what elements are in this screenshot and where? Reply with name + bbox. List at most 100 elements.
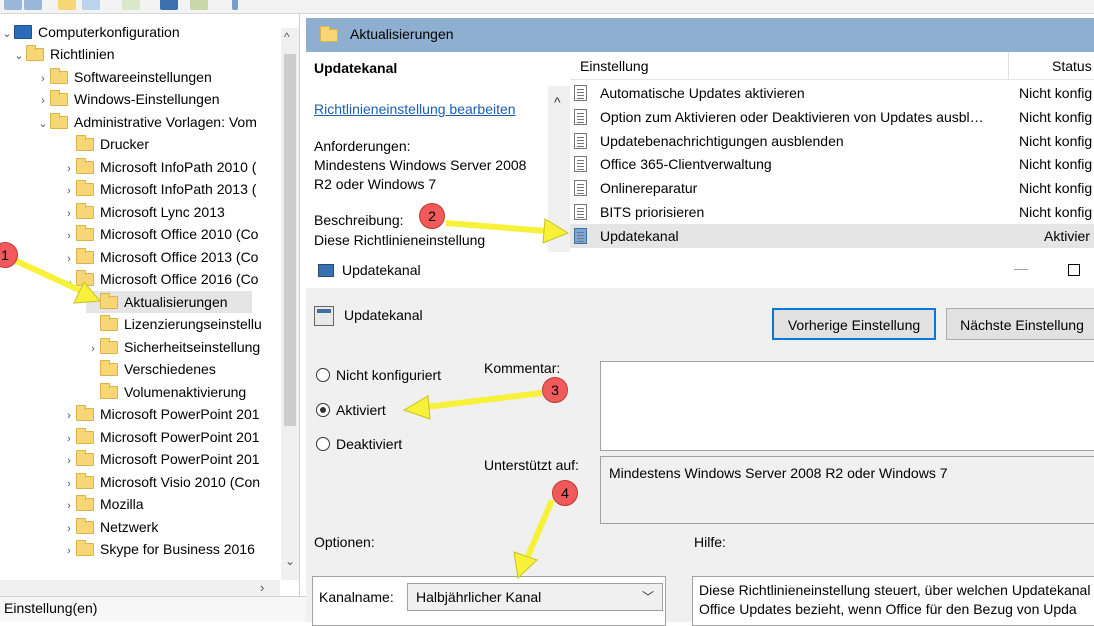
policy-setting-icon	[574, 204, 587, 220]
chevron-right-icon[interactable]: ›	[62, 180, 76, 202]
tree-item-label: Lizenzierungseinstellu	[124, 316, 262, 332]
scroll-right-icon[interactable]: ›	[260, 580, 264, 595]
dialog-titlebar[interactable]: Updatekanal —	[306, 252, 1094, 288]
tree-item-skype-2016[interactable]: › Skype for Business 2016	[62, 538, 255, 560]
column-divider[interactable]	[1008, 52, 1009, 80]
setting-row[interactable]: Automatische Updates aktivieren Nicht ko…	[570, 81, 1094, 105]
chevron-right-icon[interactable]: ›	[62, 428, 76, 450]
tree-vertical-scrollbar[interactable]: ^ ⌄	[281, 28, 299, 580]
tree-horizontal-scrollbar[interactable]: ›	[0, 580, 280, 596]
tree-item-label: Microsoft InfoPath 2013 (	[100, 181, 257, 197]
previous-setting-button[interactable]: Vorherige Einstellung	[772, 308, 936, 340]
radio-button[interactable]	[316, 368, 330, 382]
chevron-right-icon[interactable]: ›	[86, 338, 100, 360]
chevron-right-icon[interactable]: ›	[62, 495, 76, 517]
setting-row[interactable]: Option zum Aktivieren oder Deaktivieren …	[570, 105, 1094, 129]
filter-icon[interactable]	[232, 0, 238, 10]
folder-up-icon[interactable]	[58, 0, 76, 10]
radio-button[interactable]	[316, 437, 330, 451]
tree-item-volumenaktivierung[interactable]: Volumenaktivierung	[86, 381, 246, 403]
chevron-right-icon[interactable]: ›	[62, 225, 76, 247]
chevron-right-icon[interactable]: ›	[62, 158, 76, 180]
setting-row[interactable]: Onlinereparatur Nicht konfig	[570, 176, 1094, 200]
chevron-down-icon[interactable]: ﹀	[642, 584, 654, 610]
tree-item-verschiedenes[interactable]: Verschiedenes	[86, 358, 216, 380]
tree-item-windows-einstellungen[interactable]: › Windows-Einstellungen	[36, 88, 220, 110]
setting-name: Updatekanal	[600, 228, 679, 244]
tree-item-office-2010[interactable]: › Microsoft Office 2010 (Co	[62, 223, 258, 245]
chevron-down-icon[interactable]: ⌄	[12, 45, 26, 67]
chevron-right-icon[interactable]: ›	[36, 68, 50, 90]
setting-row-selected[interactable]: Updatekanal Aktivier	[570, 224, 1094, 248]
chevron-right-icon[interactable]: ›	[62, 405, 76, 427]
tree-item-office-2013[interactable]: › Microsoft Office 2013 (Co	[62, 246, 258, 268]
radio-enabled[interactable]: Aktiviert	[316, 400, 386, 420]
tree-item-infopath-2013[interactable]: › Microsoft InfoPath 2013 (	[62, 178, 256, 200]
maximize-button[interactable]	[1068, 264, 1080, 276]
navigation-tree: ⌄ Computerkonfiguration ⌄ Richtlinien › Sof…	[0, 14, 300, 596]
tree-item-computerkonfiguration[interactable]: ⌄ Computerkonfiguration	[0, 21, 179, 45]
tree-item-aktualisierungen[interactable]: Aktualisierungen	[86, 291, 252, 313]
tree-item-powerpoint-3[interactable]: › Microsoft PowerPoint 201	[62, 448, 260, 470]
scroll-up-icon[interactable]: ^	[284, 30, 290, 44]
tree-item-label: Administrative Vorlagen: Vom	[74, 114, 257, 130]
setting-row[interactable]: Updatebenachrichtigungen ausblenden Nich…	[570, 129, 1094, 153]
tree-item-drucker[interactable]: Drucker	[62, 133, 149, 155]
minimize-button[interactable]: —	[1014, 260, 1028, 276]
help-label: Hilfe:	[694, 534, 726, 550]
tree-item-powerpoint-1[interactable]: › Microsoft PowerPoint 201	[62, 403, 260, 425]
tree-item-office-2016[interactable]: ⌄ Microsoft Office 2016 (Co	[62, 268, 258, 290]
chevron-right-icon[interactable]: ›	[62, 450, 76, 472]
radio-button-checked[interactable]	[316, 403, 330, 417]
status-text: Einstellung(en)	[4, 600, 98, 616]
folder-icon	[50, 90, 68, 106]
tree-item-netzwerk[interactable]: › Netzwerk	[62, 516, 158, 538]
tree-item-lizenzierungseinstellungen[interactable]: Lizenzierungseinstellu	[86, 313, 262, 335]
folder-icon	[76, 450, 94, 466]
tree-item-mozilla[interactable]: › Mozilla	[62, 493, 144, 515]
chevron-right-icon[interactable]: ›	[36, 90, 50, 112]
tree-item-infopath-2010[interactable]: › Microsoft InfoPath 2010 (	[62, 156, 256, 178]
forward-icon[interactable]	[24, 0, 42, 10]
tree-item-administrative-vorlagen[interactable]: ⌄ Administrative Vorlagen: Vom	[36, 111, 257, 133]
chevron-down-icon[interactable]: ⌄	[0, 23, 14, 45]
comment-textarea[interactable]	[600, 361, 1094, 451]
tree-item-richtlinien[interactable]: ⌄ Richtlinien	[12, 43, 115, 65]
radio-not-configured[interactable]: Nicht konfiguriert	[316, 365, 441, 385]
folder-icon	[76, 270, 94, 286]
chevron-right-icon[interactable]: ›	[62, 518, 76, 540]
edit-policy-link[interactable]: Richtlinieneinstellung bearbeiten	[314, 101, 516, 117]
back-icon[interactable]	[4, 0, 22, 10]
scroll-thumb[interactable]	[284, 54, 296, 426]
list-header: Einstellung Status	[570, 52, 1094, 80]
tree-item-visio-2010[interactable]: › Microsoft Visio 2010 (Con	[62, 471, 260, 493]
description-scrollbar[interactable]: ^	[548, 86, 570, 252]
setting-row[interactable]: Office 365-Clientverwaltung Nicht konfig	[570, 152, 1094, 176]
properties-icon[interactable]	[190, 0, 208, 10]
chevron-down-icon[interactable]: ⌄	[62, 270, 76, 292]
setting-row[interactable]: BITS priorisieren Nicht konfig	[570, 200, 1094, 224]
column-header-status[interactable]: Status	[1052, 58, 1092, 74]
show-hide-tree-icon[interactable]	[82, 0, 100, 10]
tree-item-sicherheitseinstellungen[interactable]: › Sicherheitseinstellung	[86, 336, 260, 358]
computer-icon	[14, 25, 32, 39]
chevron-right-icon[interactable]: ›	[62, 540, 76, 562]
next-setting-button[interactable]: Nächste Einstellung	[946, 308, 1094, 340]
export-icon[interactable]	[122, 0, 140, 10]
scroll-down-icon[interactable]: ⌄	[285, 554, 295, 568]
chevron-right-icon[interactable]: ›	[62, 248, 76, 270]
scroll-up-icon[interactable]: ^	[554, 94, 561, 110]
chevron-right-icon[interactable]: ›	[62, 203, 76, 225]
folder-icon	[100, 315, 118, 331]
channel-select[interactable]: Halbjährlicher Kanal ﹀	[407, 583, 663, 611]
help-icon[interactable]	[160, 0, 178, 10]
radio-disabled[interactable]: Deaktiviert	[316, 434, 402, 454]
tree-item-softwareeinstellungen[interactable]: › Softwareeinstellungen	[36, 66, 212, 88]
chevron-right-icon[interactable]: ›	[62, 473, 76, 495]
tree-item-powerpoint-2[interactable]: › Microsoft PowerPoint 201	[62, 426, 260, 448]
tree-item-lync-2013[interactable]: › Microsoft Lync 2013	[62, 201, 225, 223]
column-header-einstellung[interactable]: Einstellung	[580, 58, 649, 74]
tree-item-label: Windows-Einstellungen	[74, 91, 220, 107]
folder-icon	[76, 135, 94, 151]
chevron-down-icon[interactable]: ⌄	[36, 113, 50, 135]
